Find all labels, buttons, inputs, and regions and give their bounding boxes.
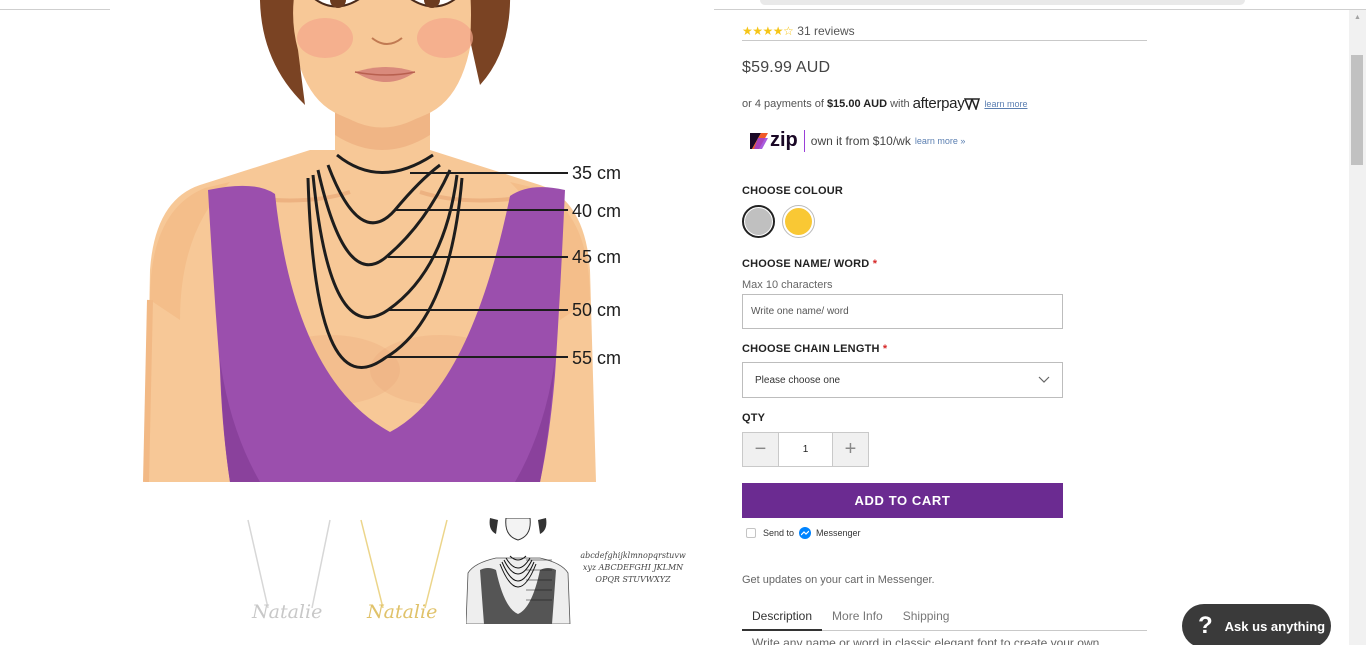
length-label-50: 50 cm (572, 300, 621, 320)
length-label-40: 40 cm (572, 201, 621, 221)
chat-label: Ask us anything (1224, 618, 1326, 634)
afterpay-with: with (890, 97, 910, 110)
thumb-font-sample[interactable]: abcdefghijklmnopqrstuvwxyz ABCDEFGHI JKL… (580, 518, 686, 624)
qty-label: QTY (742, 412, 766, 424)
chain-length-label: CHOOSE CHAIN LENGTH * (742, 343, 887, 355)
name-word-hint: Max 10 characters (742, 279, 833, 291)
tab-shipping[interactable]: Shipping (893, 606, 960, 630)
length-label-45: 45 cm (572, 247, 621, 267)
tab-more-info[interactable]: More Info (822, 606, 893, 630)
swatch-silver[interactable] (742, 205, 775, 238)
main-product-image[interactable]: 35 cm 40 cm 45 cm 50 cm 55 cm (110, 0, 714, 482)
zip-icon (750, 132, 768, 149)
thumb-gold-script: Natalie (366, 601, 437, 623)
thumb-silver-necklace[interactable]: Natalie (240, 518, 346, 624)
colour-label: CHOOSE COLOUR (742, 185, 843, 197)
send-to-messenger-checkbox[interactable] (746, 528, 756, 538)
thumb-length-chart[interactable] (466, 518, 572, 624)
quantity-stepper: − 1 + (742, 432, 869, 467)
zip-brand: zip (770, 129, 798, 151)
length-label-35: 35 cm (572, 163, 621, 183)
thumb-silver-script: Natalie (251, 601, 322, 623)
afterpay-prefix: or 4 payments of (742, 97, 824, 110)
rating-row[interactable]: ★★★★☆ 31 reviews (742, 22, 1147, 41)
tab-description[interactable]: Description (742, 606, 823, 631)
swatch-gold-dot (785, 208, 812, 235)
qty-value[interactable]: 1 (779, 432, 832, 467)
help-question-icon: ? (1198, 612, 1213, 639)
chain-length-selected-value: Please choose one (755, 374, 841, 386)
qty-decrease-button[interactable]: − (742, 432, 779, 467)
name-word-label-text: CHOOSE NAME/ WORD (742, 258, 870, 270)
description-preview: Write any name or word in classic elegan… (752, 636, 1100, 645)
afterpay-logo: afterpay (912, 95, 965, 112)
rating-stars-icon: ★★★★☆ (742, 24, 794, 38)
name-word-label: CHOOSE NAME/ WORD * (742, 258, 877, 270)
product-price: $59.99 AUD (742, 59, 831, 76)
scroll-up-icon[interactable]: ▲ (1349, 10, 1366, 25)
messenger-brand: Messenger (816, 528, 861, 538)
swatch-gold[interactable] (782, 205, 815, 238)
afterpay-arrows-icon (964, 97, 981, 110)
chain-length-required-mark: * (882, 343, 888, 355)
reviews-count[interactable]: 31 reviews (797, 24, 854, 38)
qty-increase-button[interactable]: + (832, 432, 869, 467)
name-word-required-mark: * (872, 258, 878, 270)
add-to-cart-button[interactable]: ADD TO CART (742, 483, 1063, 518)
page-scrollbar[interactable]: ▲ (1349, 10, 1366, 645)
zip-separator (803, 129, 805, 152)
product-tabs: Description More Info Shipping (742, 606, 1147, 631)
zip-logo: zip (748, 129, 798, 152)
chain-length-select[interactable]: Please choose one (742, 362, 1063, 398)
afterpay-amount: $15.00 AUD (826, 97, 888, 110)
zip-banner: zip own it from $10/wk learn more » (748, 129, 965, 152)
messenger-updates-text: Get updates on your cart in Messenger. (742, 574, 935, 586)
afterpay-learn-more-link[interactable]: learn more (984, 99, 1027, 109)
thumb-gold-necklace[interactable]: Natalie (355, 518, 461, 624)
send-to-messenger: Send to Messenger (746, 527, 861, 539)
name-word-input[interactable]: Write one name/ word (742, 294, 1063, 329)
header-divider-left (0, 9, 110, 10)
zip-learn-more-link[interactable]: learn more » (915, 136, 966, 146)
product-details: ★★★★☆ 31 reviews $59.99 AUD or 4 payment… (742, 0, 1162, 645)
scroll-thumb[interactable] (1351, 55, 1363, 165)
send-to-text: Send to (763, 528, 795, 538)
chat-widget-button[interactable]: ? Ask us anything (1182, 604, 1331, 645)
afterpay-banner: or 4 payments of $15.00 AUD with afterpa… (742, 95, 1027, 112)
font-sample-text: abcdefghijklmnopqrstuvwxyz ABCDEFGHI JKL… (580, 551, 686, 584)
swatch-silver-dot (745, 208, 772, 235)
messenger-icon (799, 527, 812, 539)
thumbnail-strip: Natalie Natalie abcdefghijklmnopqrstuvwx… (240, 518, 690, 624)
chain-length-label-text: CHOOSE CHAIN LENGTH (742, 343, 880, 355)
chevron-down-icon (1038, 376, 1050, 383)
length-label-55: 55 cm (572, 348, 621, 368)
zip-text: own it from $10/wk (810, 133, 911, 148)
